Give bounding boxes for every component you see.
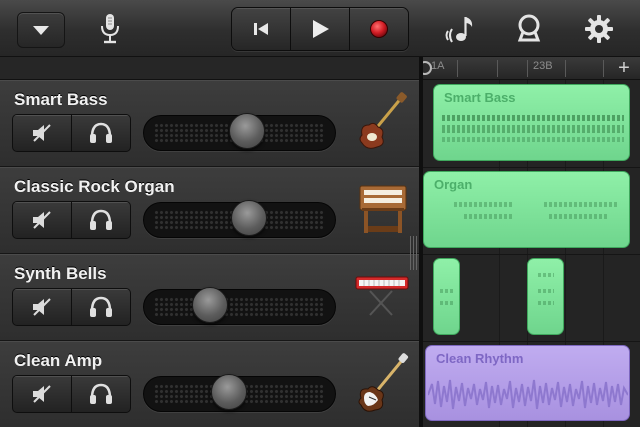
- region-organ[interactable]: Organ: [423, 171, 630, 248]
- ruler-tick: [497, 60, 498, 77]
- speaker-muted-icon: [33, 124, 51, 142]
- smart-controls-icon[interactable]: [512, 12, 546, 46]
- solo-button[interactable]: [71, 289, 130, 325]
- volume-knob[interactable]: [191, 287, 228, 323]
- speaker-muted-icon: [33, 298, 51, 316]
- mute-button[interactable]: [13, 115, 71, 151]
- midi-notes: [442, 115, 624, 121]
- bass-guitar-icon: [352, 91, 412, 157]
- region-synth-bells[interactable]: [433, 258, 460, 335]
- organ-icon: [352, 178, 412, 244]
- track-view-dropdown-button[interactable]: [17, 12, 65, 48]
- ruler-tick: [527, 60, 528, 77]
- track-buttons: [12, 288, 131, 326]
- audio-waveform: [428, 379, 628, 410]
- keyboard-synth-icon: [352, 265, 412, 331]
- track-name: Smart Bass: [14, 90, 108, 109]
- ruler-tick: [565, 60, 566, 77]
- volume-knob[interactable]: [210, 374, 247, 410]
- midi-notes: [442, 137, 624, 142]
- midi-notes: [464, 214, 514, 219]
- loops-icon[interactable]: [442, 12, 478, 46]
- track-header-strip: [0, 57, 419, 80]
- region-clean-rhythm[interactable]: Clean Rhythm: [425, 345, 630, 421]
- headphones-icon: [90, 209, 112, 230]
- midi-notes: [538, 301, 554, 305]
- lane-separator: [423, 167, 640, 168]
- play-icon: [313, 20, 329, 38]
- midi-notes: [440, 301, 454, 305]
- mute-button[interactable]: [13, 376, 71, 412]
- toolbar: [0, 0, 640, 57]
- lane-separator: [423, 254, 640, 255]
- ruler-tick: [603, 60, 604, 77]
- midi-notes: [544, 202, 619, 207]
- microphone-icon[interactable]: [97, 12, 123, 46]
- midi-notes: [538, 289, 554, 293]
- track-row-clean-amp[interactable]: Clean Amp: [0, 341, 419, 427]
- midi-notes: [442, 125, 624, 133]
- record-icon: [370, 20, 388, 38]
- midi-notes: [454, 202, 514, 207]
- rewind-icon: [254, 23, 268, 35]
- timeline[interactable]: 1A 23B + Smart Bass Organ Clean Rhythm: [423, 57, 640, 427]
- record-button[interactable]: [350, 8, 408, 50]
- chevron-down-icon: [33, 26, 49, 35]
- go-to-beginning-button[interactable]: [232, 8, 291, 50]
- speaker-muted-icon: [33, 385, 51, 403]
- solo-button[interactable]: [71, 202, 130, 238]
- track-name: Classic Rock Organ: [14, 177, 175, 196]
- volume-knob[interactable]: [230, 200, 267, 236]
- ruler-tick: [457, 60, 458, 77]
- track-name: Clean Amp: [14, 351, 103, 370]
- mute-button[interactable]: [13, 202, 71, 238]
- slider-dots: [154, 297, 325, 317]
- track-buttons: [12, 375, 131, 413]
- solo-button[interactable]: [71, 115, 130, 151]
- transport-controls: [231, 7, 409, 51]
- midi-notes: [549, 214, 609, 219]
- add-section-button[interactable]: +: [609, 58, 639, 79]
- headphones-icon: [90, 383, 112, 404]
- region-label: Clean Rhythm: [436, 351, 524, 366]
- mute-button[interactable]: [13, 289, 71, 325]
- solo-button[interactable]: [71, 376, 130, 412]
- play-button[interactable]: [291, 8, 350, 50]
- headphones-icon: [90, 296, 112, 317]
- track-row-smart-bass[interactable]: Smart Bass: [0, 80, 419, 167]
- section-marker: 23B: [533, 60, 553, 72]
- electric-guitar-icon: [352, 352, 412, 418]
- headphones-icon: [90, 122, 112, 143]
- lane-separator: [423, 341, 640, 342]
- region-smart-bass[interactable]: Smart Bass: [433, 84, 630, 161]
- section-marker: 1A: [431, 60, 445, 72]
- region-label: Organ: [434, 177, 473, 192]
- timeline-ruler[interactable]: 1A 23B +: [423, 57, 640, 80]
- midi-notes: [440, 289, 454, 293]
- track-list: Smart Bass Classic Rock Organ Synth Bell…: [0, 80, 419, 427]
- track-name: Synth Bells: [14, 264, 107, 283]
- gear-icon[interactable]: [582, 12, 616, 46]
- track-buttons: [12, 201, 131, 239]
- region-synth-bells[interactable]: [527, 258, 564, 335]
- playhead-handle[interactable]: [423, 61, 432, 75]
- track-buttons: [12, 114, 131, 152]
- midi-notes: [538, 273, 554, 277]
- track-row-classic-rock-organ[interactable]: Classic Rock Organ: [0, 167, 419, 254]
- volume-slider[interactable]: [143, 289, 336, 325]
- region-label: Smart Bass: [444, 90, 516, 105]
- speaker-muted-icon: [33, 211, 51, 229]
- resize-grip[interactable]: [410, 236, 419, 270]
